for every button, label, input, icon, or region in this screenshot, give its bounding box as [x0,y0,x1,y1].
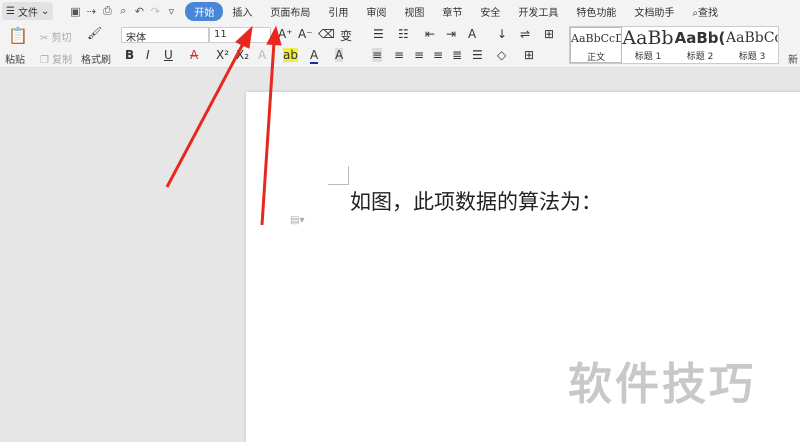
red-arrow-1 [165,25,253,188]
red-arrow-2 [260,25,282,226]
annotation-arrows [165,25,282,226]
